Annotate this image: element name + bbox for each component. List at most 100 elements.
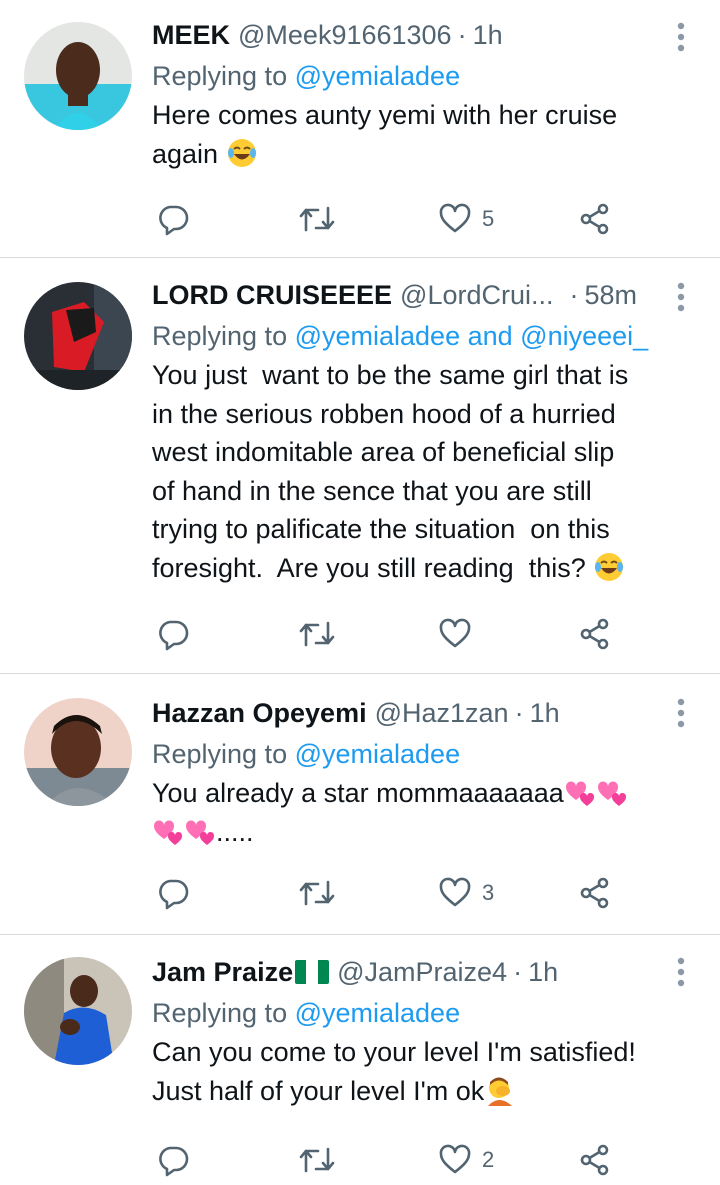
more-vertical-icon[interactable] <box>676 698 686 728</box>
more-vertical-icon[interactable] <box>676 957 686 987</box>
retweet-button[interactable] <box>298 199 336 239</box>
text-line: ..... <box>216 816 254 847</box>
text-line: Just half of your level I'm ok <box>152 1075 485 1106</box>
retweet-button[interactable] <box>298 873 336 913</box>
more-vertical-icon[interactable] <box>676 282 686 312</box>
replying-joiner: and <box>460 321 521 351</box>
share-button[interactable] <box>578 1140 612 1180</box>
like-button[interactable]: 3 <box>438 873 494 913</box>
two-hearts-emoji <box>564 776 596 808</box>
mention-link[interactable]: @niyeeei_ <box>520 321 648 351</box>
reply-feed: MEEK @Meek91661306 · 1h Replying to @yem… <box>0 0 720 1185</box>
like-button[interactable]: 5 <box>438 199 494 239</box>
mention-link[interactable]: @yemialadee <box>295 321 461 351</box>
author-name[interactable]: LORD CRUISEEEE <box>152 278 392 312</box>
heart-icon <box>439 877 471 907</box>
reply-button[interactable] <box>156 873 190 913</box>
text-line-with-emoji: Just half of your level I'm ok <box>152 1072 676 1111</box>
author-handle[interactable]: @JamPraize4 <box>337 955 507 989</box>
tweet-time[interactable]: 1h <box>530 696 560 730</box>
author-handle[interactable]: @Meek91661306 <box>238 18 452 52</box>
avatar[interactable] <box>24 698 132 806</box>
text-line-with-emoji: ..... <box>152 813 676 852</box>
tweet-header: LORD CRUISEEEE @LordCrui... · 58m <box>152 278 676 312</box>
text-line: again <box>152 138 219 169</box>
more-vertical-icon[interactable] <box>676 22 686 52</box>
tweet[interactable]: Hazzan Opeyemi @Haz1zan · 1h Replying to… <box>0 674 720 935</box>
text-line-with-emoji: You already a star mommaaaaaaa <box>152 774 676 813</box>
replying-prefix: Replying to <box>152 61 295 91</box>
tweet-header: MEEK @Meek91661306 · 1h <box>152 18 676 52</box>
tweet[interactable]: MEEK @Meek91661306 · 1h Replying to @yem… <box>0 0 720 258</box>
text-line: Can you come to your level I'm satisfied… <box>152 1037 636 1067</box>
text-line: You just want to be the same girl that i… <box>152 360 629 390</box>
reply-icon <box>159 620 189 651</box>
share-button[interactable] <box>578 873 612 913</box>
tweet-time[interactable]: 1h <box>473 18 503 52</box>
share-button[interactable] <box>578 614 612 654</box>
tweet[interactable]: Jam Praize @JamPraize4 · 1h Replying to … <box>0 935 720 1185</box>
retweet-button[interactable] <box>298 614 336 654</box>
mention-link[interactable]: @yemialadee <box>295 61 461 91</box>
separator-dot: · <box>569 280 579 310</box>
separator-dot: · <box>514 698 524 728</box>
text-line: Here comes aunty yemi with her cruise <box>152 100 618 130</box>
like-count: 3 <box>482 880 495 905</box>
mention-link[interactable]: @yemialadee <box>295 739 461 769</box>
action-bar: 3 <box>152 873 632 913</box>
tweet-text: Here comes aunty yemi with her cruise ag… <box>152 96 676 173</box>
tears-of-joy-emoji <box>593 551 625 583</box>
author-name[interactable]: MEEK <box>152 18 230 52</box>
retweet-icon <box>299 621 335 647</box>
text-line-with-emoji: again <box>152 135 676 174</box>
like-button[interactable]: 2 <box>438 1140 494 1180</box>
tweet-time[interactable]: 58m <box>585 278 638 312</box>
avatar[interactable] <box>24 22 132 130</box>
tweet-text: You just want to be the same girl that i… <box>152 356 676 587</box>
author-handle[interactable]: @Haz1zan <box>375 696 509 730</box>
reply-button[interactable] <box>156 199 190 239</box>
text-line: west indomitable area of beneficial slip <box>152 437 615 467</box>
avatar[interactable] <box>24 957 132 1065</box>
text-line-with-emoji: foresight. Are you still reading this? <box>152 549 676 588</box>
retweet-icon <box>299 880 335 906</box>
share-button[interactable] <box>578 199 612 239</box>
like-count: 2 <box>482 1147 495 1172</box>
two-hearts-emoji <box>596 776 628 808</box>
share-icon <box>580 877 609 909</box>
tweet-time[interactable]: 1h <box>528 955 558 989</box>
share-icon <box>580 618 609 650</box>
mention-link[interactable]: @yemialadee <box>295 998 461 1028</box>
separator-dot: · <box>457 20 467 50</box>
replying-to: Replying to @yemialadee and @niyeeei_ <box>152 318 676 354</box>
two-hearts-emoji <box>184 815 216 847</box>
like-count: 5 <box>482 206 495 231</box>
tweet-header: Hazzan Opeyemi @Haz1zan · 1h <box>152 696 676 730</box>
avatar[interactable] <box>24 282 132 390</box>
reply-icon <box>159 1146 189 1177</box>
heart-icon <box>439 203 471 233</box>
author-name[interactable]: Jam Praize <box>152 955 293 989</box>
replying-to: Replying to @yemialadee <box>152 736 676 772</box>
tweet[interactable]: LORD CRUISEEEE @LordCrui... · 58m Replyi… <box>0 258 720 674</box>
replying-to: Replying to @yemialadee <box>152 995 676 1031</box>
reply-icon <box>159 879 189 910</box>
separator-dot: · <box>513 957 523 987</box>
author-name[interactable]: Hazzan Opeyemi <box>152 696 367 730</box>
replying-prefix: Replying to <box>152 739 295 769</box>
tweet-header: Jam Praize @JamPraize4 · 1h <box>152 955 676 989</box>
replying-prefix: Replying to <box>152 998 295 1028</box>
tears-of-joy-emoji <box>226 137 258 169</box>
heart-icon <box>439 1144 471 1174</box>
like-button[interactable] <box>438 614 482 654</box>
reply-button[interactable] <box>156 614 190 654</box>
retweet-button[interactable] <box>298 1140 336 1180</box>
text-line: in the serious robben hood of a hurried <box>152 398 616 429</box>
facepalm-emoji <box>484 1074 516 1106</box>
replying-prefix: Replying to <box>152 321 295 351</box>
text-line: foresight. Are you still reading this? <box>152 552 586 583</box>
nigeria-flag-icon <box>295 960 330 984</box>
reply-button[interactable] <box>156 1140 190 1180</box>
text-line: of hand in the sence that you are still <box>152 475 592 506</box>
author-handle[interactable]: @LordCrui... <box>400 278 553 312</box>
